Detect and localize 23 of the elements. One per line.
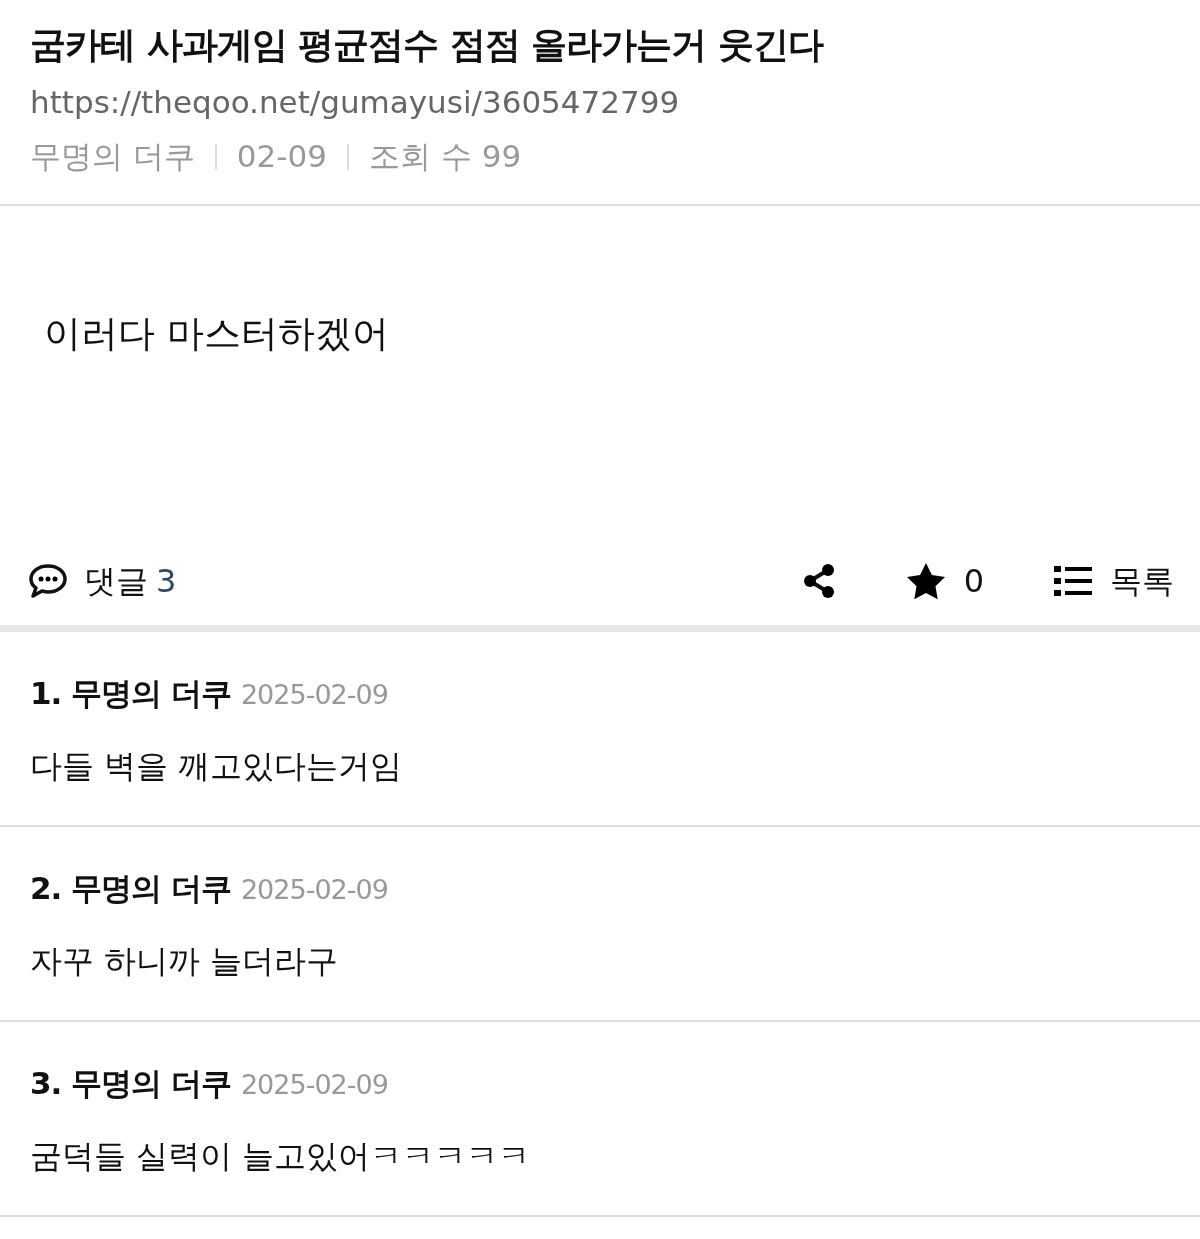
comment-date: 2025-02-09: [240, 1067, 388, 1102]
list-button[interactable]: 목록: [1054, 557, 1174, 606]
star-button[interactable]: 0: [905, 557, 984, 606]
comment-author: 3. 무명의 더쿠: [30, 1063, 231, 1103]
post-body: 이러다 마스터하겠어: [44, 310, 390, 357]
comment-text: 자꾸 하니까 늘더라구: [30, 941, 340, 983]
author-name: 무명의 더쿠: [30, 137, 195, 177]
comment-author: 1. 무명의 더쿠: [30, 673, 231, 713]
view-count: 조회 수 99: [368, 137, 522, 177]
post-title: 굼카테 사과게임 평균점수 점점 올라가는거 웃긴다: [30, 23, 825, 67]
speech-bubble-icon: [28, 563, 68, 600]
comment-text: 굼덕들 실력이 늘고있어ㅋㅋㅋㅋㅋ: [30, 1136, 532, 1178]
star-icon: [905, 562, 946, 601]
comment-date: 2025-02-09: [240, 872, 388, 907]
comment-text: 다들 벽을 깨고있다는거임: [30, 746, 404, 788]
share-button[interactable]: [801, 563, 836, 600]
post-date: 02-09: [236, 137, 327, 177]
post-url: https://theqoo.net/gumayusi/3605472799: [30, 82, 681, 122]
comment-date: 2025-02-09: [240, 677, 388, 712]
list-icon: [1054, 566, 1092, 597]
comment-count: 3: [156, 561, 177, 603]
comment-author: 2. 무명의 더쿠: [30, 868, 231, 908]
comment-label: 댓글: [84, 561, 148, 603]
